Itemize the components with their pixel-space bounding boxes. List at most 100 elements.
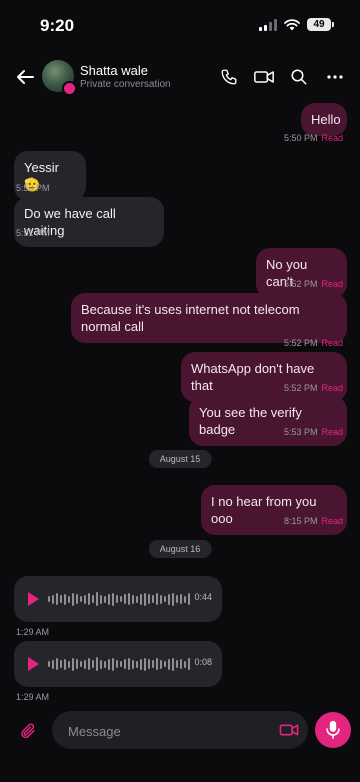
signal-icon [259,18,277,31]
chat-screen: 9:20 49 Shatta wale Private conversation… [0,0,360,782]
waveform-bar [128,658,130,670]
read-status: Read [321,427,343,437]
waveform-bar [180,659,182,669]
message-outgoing[interactable]: No you can't [256,248,347,298]
record-voice-button[interactable] [315,712,351,748]
message-meta: 8:15 PM Read [284,516,343,526]
waveform-bar [108,658,110,670]
waveform-bar [152,660,154,668]
message-time: 5:52 PM [283,338,318,348]
waveform[interactable] [48,657,190,671]
date-separator: August 16 [148,540,212,558]
message-meta: 5:51 PM [16,228,50,238]
waveform-bar [52,659,54,669]
back-arrow-icon [17,70,34,84]
waveform-bar [128,593,130,605]
message-outgoing[interactable]: Because it's uses internet not telecom n… [71,293,347,343]
message-outgoing[interactable]: You see the verify badge [189,396,347,446]
message-meta: 5:50 PM Read [284,133,343,143]
waveform-bar [160,659,162,669]
message-incoming[interactable]: Do we have call waiting [14,197,164,247]
status-icons: 49 [259,18,334,31]
waveform-bar [144,592,146,606]
waveform-bar [148,659,150,669]
waveform-bar [148,594,150,604]
chat-header: Shatta wale Private conversation [0,56,360,100]
voice-message: 0:08 [14,641,222,687]
message-time: 8:15 PM [283,516,318,526]
waveform-bar [60,660,62,668]
wifi-icon [284,18,300,30]
message-time: 1:29 AM [16,692,50,702]
waveform-bar [100,659,102,669]
waveform-bar [144,657,146,671]
waveform-bar [140,658,142,670]
status-bar: 9:20 49 [0,0,360,52]
waveform-bar [68,595,70,603]
waveform-bar [120,661,122,667]
waveform-bar [184,660,186,668]
message-time: 5:50 PM [16,183,50,193]
waveform-bar [48,596,50,602]
more-options-button[interactable] [324,66,346,88]
message-time: 5:52 PM [283,383,318,393]
waveform-bar [88,593,90,605]
more-icon [327,75,343,79]
date-separator: August 15 [148,450,212,468]
waveform-bar [124,659,126,669]
video-camera-icon [279,724,299,736]
waveform-bar [116,595,118,603]
message-composer [0,703,360,782]
waveform-bar [188,593,190,605]
message-meta: 5:52 PM Read [284,279,343,289]
message-outgoing[interactable]: WhatsApp don't have that [181,352,347,402]
waveform[interactable] [48,592,190,606]
waveform-bar [92,660,94,668]
attach-button[interactable] [15,718,41,744]
waveform-bar [136,595,138,603]
search-button[interactable] [288,66,310,88]
back-button[interactable] [12,64,38,90]
waveform-bar [124,594,126,604]
message-meta: 5:50 PM [16,183,50,193]
waveform-bar [100,594,102,604]
read-status: Read [321,516,343,526]
message-meta: 5:53 PM Read [284,427,343,437]
message-incoming[interactable]: Yessir 🫡 [14,151,86,201]
waveform-bar [96,592,98,606]
waveform-bar [88,658,90,670]
waveform-bar [104,595,106,603]
message-time: 5:51 PM [16,228,50,238]
waveform-bar [60,595,62,603]
status-time: 9:20 [40,16,75,35]
voice-call-button[interactable] [218,66,240,88]
battery-icon: 49 [307,18,334,31]
waveform-bar [72,657,74,671]
message-outgoing[interactable]: I no hear from you ooo [201,485,347,535]
waveform-bar [84,659,86,669]
message-outgoing[interactable]: Hello [301,103,347,136]
conversation-subtitle: Private conversation [80,79,171,90]
waveform-bar [132,594,134,604]
waveform-bar [76,659,78,669]
contact-name[interactable]: Shatta wale [80,63,148,78]
video-message-button[interactable] [278,720,300,740]
message-meta: 5:52 PM Read [284,383,343,393]
waveform-bar [48,661,50,667]
waveform-bar [64,658,66,670]
waveform-bar [168,658,170,670]
waveform-bar [72,592,74,606]
battery-level: 49 [307,18,331,31]
voice-message: 0:44 [14,576,222,622]
waveform-bar [132,659,134,669]
message-input[interactable] [66,711,270,751]
play-icon[interactable] [28,592,39,606]
voice-duration: 0:44 [194,592,212,602]
video-call-button[interactable] [253,66,275,88]
paperclip-icon [21,723,35,739]
waveform-bar [176,595,178,603]
waveform-bar [84,594,86,604]
play-icon[interactable] [28,657,39,671]
message-text: Hello [311,112,341,127]
waveform-bar [56,658,58,670]
